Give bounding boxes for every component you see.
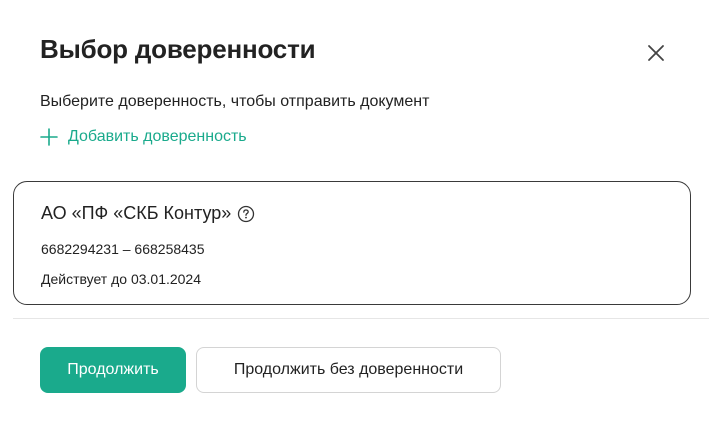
- dialog-title: Выбор доверенности: [40, 34, 316, 64]
- poa-selection-dialog: Выбор доверенности Выберите доверенность…: [0, 0, 709, 427]
- question-circle-icon[interactable]: [237, 205, 255, 223]
- poa-organization: АО «ПФ «СКБ Контур»: [41, 203, 232, 223]
- poa-ids: 6682294231 – 668258435: [41, 241, 205, 257]
- plus-icon: [40, 128, 58, 146]
- continue-without-poa-button[interactable]: Продолжить без доверенности: [196, 347, 501, 393]
- continue-button[interactable]: Продолжить: [40, 347, 186, 393]
- divider: [13, 318, 709, 319]
- add-poa-label: Добавить доверенность: [68, 128, 247, 145]
- close-button[interactable]: [643, 40, 669, 66]
- poa-validity: Действует до 03.01.2024: [41, 271, 202, 287]
- poa-organization-row: АО «ПФ «СКБ Контур»: [41, 203, 255, 224]
- poa-card[interactable]: АО «ПФ «СКБ Контур» 6682294231 – 6682584…: [13, 181, 691, 305]
- dialog-subtitle: Выберите доверенность, чтобы отправить д…: [40, 93, 430, 110]
- close-icon: [648, 45, 664, 61]
- add-poa-link[interactable]: Добавить доверенность: [40, 128, 247, 146]
